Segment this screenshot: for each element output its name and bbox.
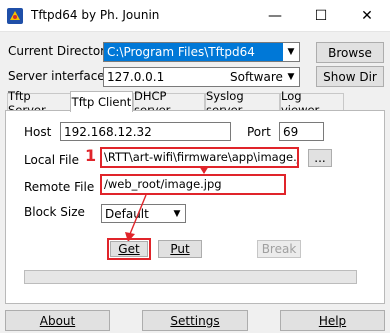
break-button[interactable]: Break	[257, 240, 301, 258]
about-button[interactable]: About	[5, 310, 110, 331]
get-label: Get	[118, 242, 140, 256]
get-button[interactable]: Get	[110, 241, 148, 257]
about-label: About	[39, 313, 76, 328]
settings-label: Settings	[170, 313, 220, 328]
tab-tftp-client[interactable]: Tftp Client	[70, 91, 133, 112]
help-label: Help	[318, 313, 347, 328]
put-button[interactable]: Put	[158, 240, 202, 258]
help-button[interactable]: Help	[280, 310, 385, 331]
put-label: Put	[170, 242, 190, 256]
settings-button[interactable]: Settings	[142, 310, 248, 331]
transfer-progress-bar	[24, 270, 357, 284]
